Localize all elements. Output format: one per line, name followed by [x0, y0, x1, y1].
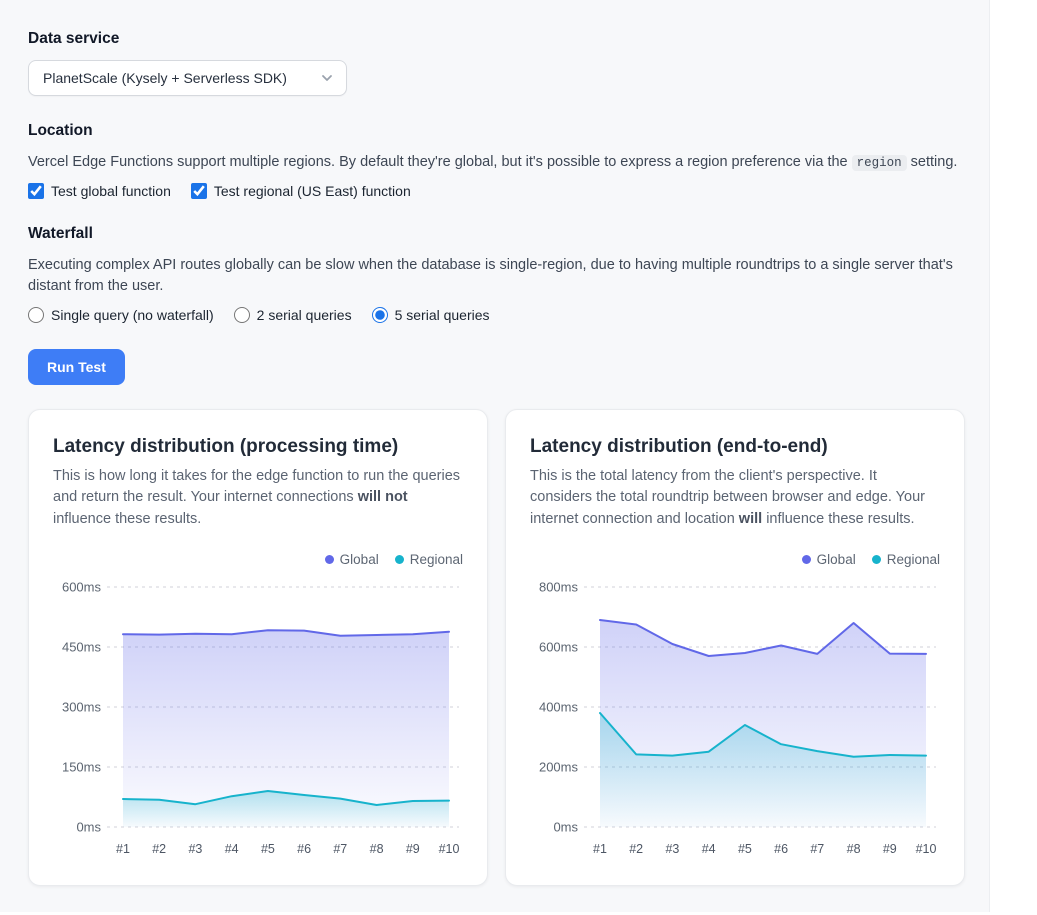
- two-serial-queries-radio[interactable]: [234, 307, 250, 323]
- region-code-chip: region: [852, 155, 907, 171]
- waterfall-radio-group: Single query (no waterfall) 2 serial que…: [28, 307, 961, 323]
- global-legend-dot: [802, 555, 811, 564]
- svg-text:#7: #7: [810, 842, 824, 856]
- legend-label: Global: [817, 552, 856, 567]
- svg-text:150ms: 150ms: [62, 759, 102, 774]
- svg-text:200ms: 200ms: [539, 759, 579, 774]
- end-to-end-chart: 0ms 200ms 400ms 600ms 800ms #1 #2 #3 #4 #5 #6 #7 #8 #…: [530, 573, 942, 865]
- regional-legend-dot: [872, 555, 881, 564]
- radio-5-serial-queries[interactable]: 5 serial queries: [372, 307, 490, 323]
- location-heading: Location: [28, 122, 961, 140]
- legend-label: Regional: [410, 552, 463, 567]
- chart-legend: Global Regional: [530, 552, 940, 567]
- svg-text:#5: #5: [261, 842, 275, 856]
- data-service-select-value: PlanetScale (Kysely + Serverless SDK): [43, 70, 287, 86]
- location-description: Vercel Edge Functions support multiple r…: [28, 152, 961, 173]
- checkbox-test-global[interactable]: Test global function: [28, 183, 171, 199]
- charts-row: Latency distribution (processing time) T…: [28, 409, 961, 886]
- legend-label: Regional: [887, 552, 940, 567]
- card-title: Latency distribution (end-to-end): [530, 436, 940, 458]
- svg-text:300ms: 300ms: [62, 699, 102, 714]
- svg-text:800ms: 800ms: [539, 579, 579, 594]
- legend-item-global: Global: [325, 552, 379, 567]
- test-global-checkbox[interactable]: [28, 183, 44, 199]
- card-description-suffix: influence these results.: [53, 511, 201, 527]
- processing-time-chart: 0ms 150ms 300ms 450ms 600ms #1 #2 #3 #4 #5 #6 #7 #8 #…: [53, 573, 465, 865]
- data-service-select[interactable]: PlanetScale (Kysely + Serverless SDK): [28, 60, 347, 96]
- single-query-radio[interactable]: [28, 307, 44, 323]
- global-legend-dot: [325, 555, 334, 564]
- svg-text:#3: #3: [665, 842, 679, 856]
- legend-item-regional: Regional: [872, 552, 940, 567]
- test-regional-checkbox[interactable]: [191, 183, 207, 199]
- svg-text:#8: #8: [370, 842, 384, 856]
- svg-text:#2: #2: [629, 842, 643, 856]
- card-description-suffix: influence these results.: [762, 511, 914, 527]
- svg-text:600ms: 600ms: [539, 639, 579, 654]
- location-description-text: Vercel Edge Functions support multiple r…: [28, 154, 852, 170]
- svg-text:#6: #6: [774, 842, 788, 856]
- card-description-bold: will not: [358, 489, 408, 505]
- card-title: Latency distribution (processing time): [53, 436, 463, 458]
- card-description: This is how long it takes for the edge f…: [53, 466, 463, 530]
- data-service-heading: Data service: [28, 30, 961, 48]
- radio-2-serial-queries[interactable]: 2 serial queries: [234, 307, 352, 323]
- legend-label: Global: [340, 552, 379, 567]
- legend-item-regional: Regional: [395, 552, 463, 567]
- end-to-end-card: Latency distribution (end-to-end) This i…: [505, 409, 965, 886]
- checkbox-label: Test global function: [51, 183, 171, 199]
- svg-text:#7: #7: [333, 842, 347, 856]
- legend-item-global: Global: [802, 552, 856, 567]
- svg-text:#5: #5: [738, 842, 752, 856]
- svg-text:450ms: 450ms: [62, 639, 102, 654]
- five-serial-queries-radio[interactable]: [372, 307, 388, 323]
- waterfall-heading: Waterfall: [28, 225, 961, 243]
- svg-text:#2: #2: [152, 842, 166, 856]
- svg-text:#9: #9: [406, 842, 420, 856]
- waterfall-description: Executing complex API routes globally ca…: [28, 255, 961, 297]
- svg-text:#1: #1: [116, 842, 130, 856]
- radio-label: 2 serial queries: [257, 307, 352, 323]
- radio-label: Single query (no waterfall): [51, 307, 214, 323]
- chart-legend: Global Regional: [53, 552, 463, 567]
- card-description-bold: will: [739, 511, 762, 527]
- svg-text:#8: #8: [847, 842, 861, 856]
- location-description-suffix: setting.: [907, 154, 958, 170]
- regional-legend-dot: [395, 555, 404, 564]
- checkbox-test-regional[interactable]: Test regional (US East) function: [191, 183, 411, 199]
- processing-time-card: Latency distribution (processing time) T…: [28, 409, 488, 886]
- radio-label: 5 serial queries: [395, 307, 490, 323]
- svg-text:0ms: 0ms: [76, 819, 101, 834]
- radio-single-query[interactable]: Single query (no waterfall): [28, 307, 214, 323]
- svg-text:#3: #3: [188, 842, 202, 856]
- card-description: This is the total latency from the clien…: [530, 466, 940, 530]
- svg-text:400ms: 400ms: [539, 699, 579, 714]
- svg-text:#10: #10: [916, 842, 937, 856]
- location-checkbox-group: Test global function Test regional (US E…: [28, 183, 961, 199]
- svg-text:#4: #4: [702, 842, 716, 856]
- svg-text:#9: #9: [883, 842, 897, 856]
- svg-text:#6: #6: [297, 842, 311, 856]
- svg-text:#4: #4: [225, 842, 239, 856]
- checkbox-label: Test regional (US East) function: [214, 183, 411, 199]
- run-test-button[interactable]: Run Test: [28, 349, 125, 385]
- svg-text:#10: #10: [439, 842, 460, 856]
- chevron-down-icon: [320, 71, 334, 85]
- svg-text:0ms: 0ms: [553, 819, 578, 834]
- svg-text:#1: #1: [593, 842, 607, 856]
- svg-text:600ms: 600ms: [62, 579, 102, 594]
- app-panel: Data service PlanetScale (Kysely + Serve…: [0, 0, 990, 912]
